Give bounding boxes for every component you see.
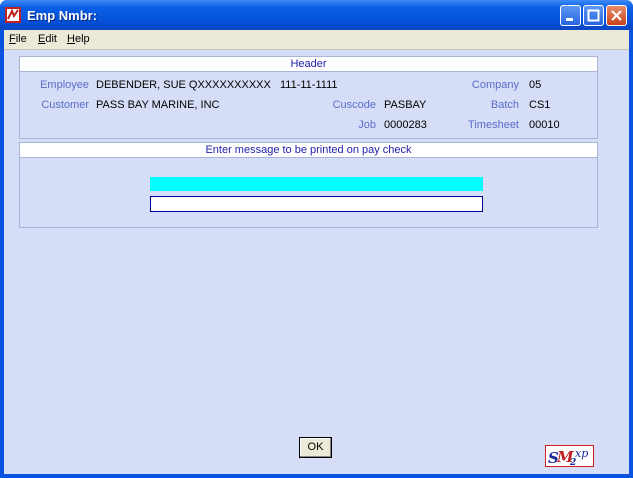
- menu-help-hotkey: H: [67, 33, 75, 45]
- close-icon: [611, 10, 622, 21]
- timesheet-value: 00010: [529, 119, 560, 131]
- sm2xp-logo-icon: S M 2 xp: [548, 447, 588, 468]
- message-line-1[interactable]: [150, 177, 483, 191]
- menu-bar: File Edit Help: [4, 30, 629, 50]
- message-panel: [19, 158, 598, 228]
- menu-file[interactable]: File: [9, 33, 27, 45]
- job-label: Job: [358, 119, 376, 131]
- title-bar[interactable]: Emp Nmbr:: [0, 0, 633, 30]
- employee-name: DEBENDER, SUE QXXXXXXXXXX: [96, 79, 271, 91]
- batch-value: CS1: [529, 99, 551, 111]
- batch-label: Batch: [490, 99, 519, 111]
- window-title: Emp Nmbr:: [27, 8, 98, 23]
- timesheet-label: Timesheet: [468, 119, 519, 131]
- menu-file-hotkey: F: [9, 33, 16, 45]
- app-icon: [5, 7, 21, 23]
- menu-help-label: elp: [74, 33, 90, 45]
- ok-button[interactable]: OK: [299, 437, 332, 458]
- menu-edit-label: dit: [45, 33, 57, 45]
- customer-label: Customer: [41, 99, 89, 111]
- message-line-2[interactable]: [150, 196, 483, 212]
- employee-label: Employee: [40, 79, 89, 91]
- svg-text:xp: xp: [575, 447, 588, 460]
- sm2xp-logo: S M 2 xp: [545, 445, 594, 468]
- minimize-button[interactable]: [560, 5, 581, 26]
- cuscode-label: Cuscode: [332, 99, 376, 111]
- customer-value: PASS BAY MARINE, INC: [96, 99, 220, 111]
- maximize-button[interactable]: [583, 5, 604, 26]
- header-section-title: Header: [19, 56, 598, 72]
- employee-ssn: 111-11-1111: [280, 79, 338, 91]
- minimize-icon: [566, 18, 573, 21]
- company-label: Company: [471, 79, 519, 91]
- message-section-title: Enter message to be printed on pay check: [19, 142, 598, 158]
- company-value: 05: [529, 79, 542, 91]
- menu-help[interactable]: Help: [67, 33, 90, 45]
- job-value: 0000283: [384, 119, 427, 131]
- menu-file-label: ile: [15, 33, 27, 45]
- menu-edit[interactable]: Edit: [38, 33, 57, 45]
- app-window: Emp Nmbr: File Edit Help Header Employee…: [0, 0, 633, 478]
- maximize-icon: [587, 9, 600, 22]
- close-button[interactable]: [606, 5, 627, 26]
- client-area: File Edit Help Header Employee DEBENDER,…: [4, 30, 629, 474]
- cuscode-value: PASBAY: [384, 99, 427, 111]
